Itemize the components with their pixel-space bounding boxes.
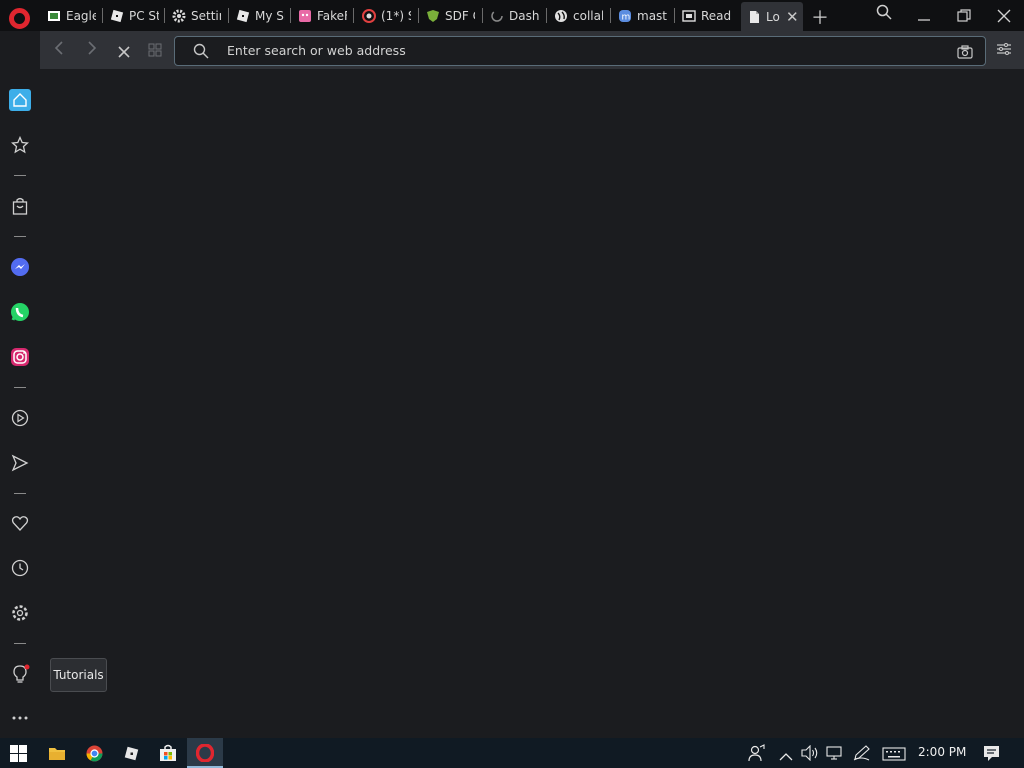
tab-search-icon[interactable] (876, 4, 892, 24)
tab-mastodon[interactable]: m masto (618, 3, 667, 28)
tab-close-icon[interactable]: ✕ (786, 8, 799, 26)
more-options-icon[interactable] (9, 707, 31, 729)
bookmarks-star-icon[interactable] (9, 134, 31, 156)
tab-settings[interactable]: Settir (172, 3, 221, 28)
sidebar-divider (14, 236, 26, 237)
sidebar-divider (14, 493, 26, 494)
file-explorer-icon[interactable] (48, 745, 66, 763)
sidebar-divider (14, 175, 26, 176)
tab-fake[interactable]: FakeF (298, 3, 347, 28)
taskbar-clock[interactable]: 2:00 PM (918, 745, 966, 759)
globe-icon (554, 9, 568, 23)
tab-1-s[interactable]: (1*) S (362, 3, 411, 28)
roblox-taskbar-icon[interactable] (123, 745, 141, 763)
whatsapp-icon[interactable] (9, 301, 31, 323)
tab-dashboard[interactable]: Dashl (490, 3, 539, 28)
shopping-bag-icon[interactable] (9, 195, 31, 217)
tab-separator (228, 8, 229, 23)
microsoft-store-icon[interactable] (159, 744, 177, 762)
messenger-icon[interactable] (9, 256, 31, 278)
send-arrow-icon[interactable] (9, 452, 31, 474)
tab-collab[interactable]: collab (554, 3, 603, 28)
tutorials-tooltip: Tutorials (50, 658, 107, 692)
tab-pc-st[interactable]: PC St (110, 3, 159, 28)
tab-separator (482, 8, 483, 23)
tab-separator (164, 8, 165, 23)
tab-snapshot-icon[interactable] (148, 42, 162, 61)
restore-icon[interactable] (957, 8, 971, 27)
tutorials-lightbulb-icon[interactable] (9, 663, 31, 685)
opera-taskbar-icon[interactable] (195, 743, 215, 763)
settings-gear-icon[interactable] (9, 602, 31, 624)
gear-icon (172, 9, 186, 23)
close-window-icon[interactable] (997, 8, 1011, 27)
pink-face-icon (298, 9, 312, 23)
new-tab-button[interactable]: ＋ (811, 4, 829, 30)
tab-reader[interactable]: Read (682, 3, 731, 28)
tab-separator (102, 8, 103, 23)
tab-separator (674, 8, 675, 23)
history-clock-icon[interactable] (9, 557, 31, 579)
green-shield-icon (426, 9, 440, 23)
chrome-icon[interactable] (86, 745, 104, 763)
mastodon-icon: m (618, 9, 632, 23)
tab-separator (353, 8, 354, 23)
sidebar-divider (14, 643, 26, 644)
instagram-icon[interactable] (9, 346, 31, 368)
loading-icon (490, 9, 504, 23)
tab-bar: Eagle PC St Settir My Sr FakeF (1*) S (0, 0, 1024, 31)
opera-menu-icon[interactable] (9, 8, 30, 29)
tab-eagle[interactable]: Eagle (47, 3, 96, 28)
svg-text:m: m (622, 12, 631, 22)
forward-arrow-icon[interactable] (86, 40, 98, 60)
notification-center-icon[interactable] (983, 745, 1001, 763)
tab-sdf[interactable]: SDF C (426, 3, 475, 28)
keyboard-icon[interactable] (882, 746, 906, 764)
address-input[interactable] (227, 43, 927, 58)
search-icon (193, 43, 209, 63)
windows-start-icon[interactable] (10, 745, 28, 763)
tab-separator (418, 8, 419, 23)
stop-loading-icon[interactable] (118, 43, 130, 62)
network-icon[interactable] (826, 745, 844, 763)
roblox-icon (236, 9, 250, 23)
volume-icon[interactable] (801, 744, 819, 763)
people-icon[interactable] (748, 744, 766, 762)
sidebar (0, 69, 40, 738)
heart-icon[interactable] (9, 512, 31, 534)
camera-icon[interactable] (957, 44, 973, 63)
address-bar[interactable] (174, 36, 986, 66)
tab-active-lo[interactable]: Lo ✕ (741, 2, 803, 31)
document-icon (747, 10, 761, 24)
roblox-icon (110, 9, 124, 23)
red-circle-icon (362, 8, 376, 23)
minimize-icon[interactable] (917, 8, 931, 27)
back-arrow-icon[interactable] (53, 40, 65, 60)
player-icon[interactable] (9, 407, 31, 429)
tab-separator (610, 8, 611, 23)
tab-separator (546, 8, 547, 23)
browser-window: Eagle PC St Settir My Sr FakeF (1*) S (0, 0, 1024, 768)
reader-icon (682, 9, 696, 23)
chevron-up-icon[interactable] (779, 747, 797, 765)
tab-separator (290, 8, 291, 23)
pen-ink-icon[interactable] (853, 745, 871, 763)
image-icon (47, 9, 61, 23)
home-icon[interactable] (9, 89, 31, 111)
easy-setup-icon[interactable] (996, 41, 1012, 60)
sidebar-divider (14, 387, 26, 388)
tab-my-sr[interactable]: My Sr (236, 3, 285, 28)
